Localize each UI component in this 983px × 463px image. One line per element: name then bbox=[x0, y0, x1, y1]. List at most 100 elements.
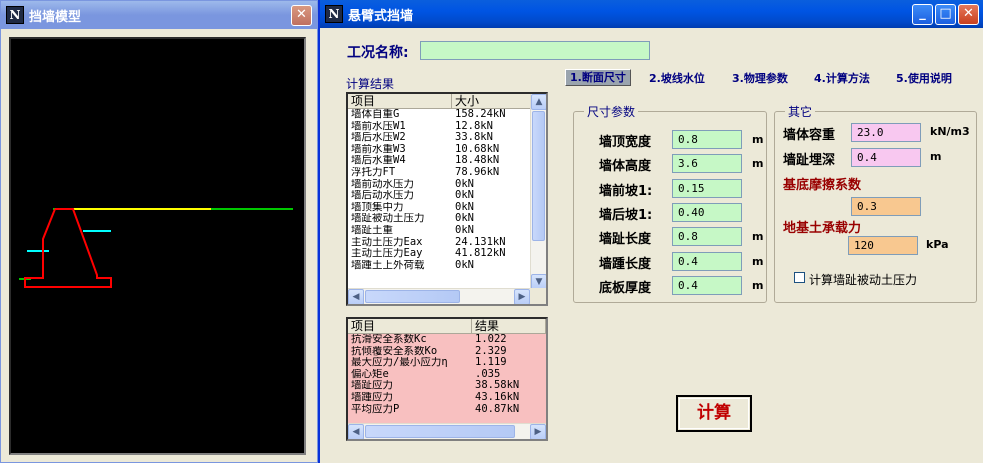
tab-usage-guide[interactable]: 5.使用说明 bbox=[896, 70, 952, 87]
wall-height-input[interactable]: 3.6 bbox=[672, 154, 742, 174]
results-row[interactable]: 墙前动水压力 0kN bbox=[348, 179, 546, 191]
safety-value-cell: 2.329 bbox=[475, 345, 507, 357]
scroll-left-icon[interactable]: ◀ bbox=[348, 289, 364, 304]
app-logo-icon: N bbox=[6, 6, 24, 24]
safety-row[interactable]: 抗滑安全系数Kc 1.022 bbox=[348, 334, 546, 346]
results-item-cell: 墙前动水压力 bbox=[351, 178, 414, 190]
safety-item-cell: 墙趾应力 bbox=[351, 380, 393, 392]
toe-length-label: 墙趾长度 bbox=[599, 232, 652, 248]
results-value-cell: 158.24kN bbox=[455, 109, 506, 120]
results-col-item: 项目 bbox=[348, 94, 452, 108]
safety-item-cell: 平均应力P bbox=[351, 403, 400, 415]
safety-item-cell: 偏心矩e bbox=[351, 368, 389, 380]
safety-row[interactable]: 墙趾应力 38.58kN bbox=[348, 380, 546, 392]
friction-input[interactable]: 0.3 bbox=[851, 197, 921, 216]
safety-table[interactable]: 项目 结果 抗滑安全系数Kc 1.022 抗倾覆安全系数Ko 2.329 最大应力/最小… bbox=[346, 317, 548, 441]
results-row[interactable]: 墙趾被动土压力 0kN bbox=[348, 213, 546, 225]
results-row[interactable]: 墙前水重W3 10.68kN bbox=[348, 144, 546, 156]
results-row[interactable]: 墙顶集中力 0kN bbox=[348, 202, 546, 214]
safety-value-cell: 1.119 bbox=[475, 357, 507, 369]
safety-value-cell: .035 bbox=[475, 368, 501, 380]
bearing-input[interactable]: 120 bbox=[848, 236, 918, 255]
model-window-close-button[interactable]: ✕ bbox=[291, 5, 312, 26]
safety-table-body: 抗滑安全系数Kc 1.022 抗倾覆安全系数Ko 2.329 最大应力/最小应力η 1.1… bbox=[348, 334, 546, 415]
results-row[interactable]: 墙前水压W1 12.8kN bbox=[348, 121, 546, 133]
safety-row[interactable]: 抗倾覆安全系数Ko 2.329 bbox=[348, 346, 546, 358]
results-row[interactable]: 主动土压力Eay 41.812kN bbox=[348, 248, 546, 260]
results-table[interactable]: 项目 大小 墙体自重G 158.24kN 墙前水压W1 12.8kN 墙后水压W2 33.… bbox=[346, 92, 548, 306]
results-item-cell: 墙趾被动土压力 bbox=[351, 213, 425, 225]
scroll-right-icon[interactable]: ▶ bbox=[530, 424, 546, 439]
main-window-title: 悬臂式挡墙 bbox=[348, 8, 414, 24]
tab-slope-water[interactable]: 2.坡线水位 bbox=[649, 70, 705, 87]
passive-pressure-checkbox[interactable] bbox=[794, 272, 805, 283]
results-row[interactable]: 墙后水压W2 33.8kN bbox=[348, 132, 546, 144]
tab-section-size[interactable]: 1.断面尺寸 bbox=[565, 69, 631, 86]
bearing-label: 地基土承载力 bbox=[783, 221, 862, 236]
main-window: N 悬臂式挡墙 _ □ ✕ 工况名称: 计算结果 1.断面尺寸 2.坡线水位 3… bbox=[318, 0, 983, 463]
results-value-cell: 0kN bbox=[455, 178, 474, 190]
toe-depth-input[interactable]: 0.4 bbox=[851, 148, 921, 167]
close-button[interactable]: ✕ bbox=[958, 4, 979, 25]
scroll-up-icon[interactable]: ▲ bbox=[531, 94, 546, 110]
results-caption: 计算结果 bbox=[346, 77, 395, 91]
other-params-legend: 其它 bbox=[788, 105, 813, 119]
safety-row[interactable]: 平均应力P 40.87kN bbox=[348, 404, 546, 416]
results-vscrollbar[interactable]: ▲ ▼ bbox=[530, 94, 546, 290]
results-value-cell: 0kN bbox=[455, 224, 474, 236]
back-slope-input[interactable]: 0.40 bbox=[672, 202, 742, 222]
top-width-unit: m bbox=[752, 133, 764, 146]
wall-model-canvas bbox=[9, 37, 306, 455]
calculate-button[interactable]: 计算 bbox=[676, 395, 752, 432]
model-window-titlebar[interactable]: N 挡墙模型 ✕ bbox=[1, 1, 317, 29]
safety-row[interactable]: 墙踵应力 43.16kN bbox=[348, 392, 546, 404]
minimize-button[interactable]: _ bbox=[912, 4, 933, 25]
safety-value-cell: 1.022 bbox=[475, 334, 507, 345]
results-row[interactable]: 墙趾土重 0kN bbox=[348, 225, 546, 237]
results-vscroll-thumb[interactable] bbox=[532, 111, 545, 241]
case-name-input[interactable] bbox=[420, 41, 650, 60]
toe-depth-label: 墙趾埋深 bbox=[783, 153, 836, 168]
top-width-label: 墙顶宽度 bbox=[599, 135, 652, 150]
base-thickness-unit: m bbox=[752, 278, 764, 292]
wall-height-label: 墙体高度 bbox=[599, 159, 652, 175]
results-row[interactable]: 墙踵土上外荷载 0kN bbox=[348, 260, 546, 272]
wall-model-drawing bbox=[19, 208, 293, 288]
top-width-input[interactable]: 0.8 bbox=[672, 130, 742, 149]
maximize-button[interactable]: □ bbox=[935, 4, 956, 25]
results-item-cell: 墙踵土上外荷载 bbox=[351, 259, 425, 271]
results-item-cell: 墙后水压W2 bbox=[351, 132, 406, 144]
safety-value-cell: 38.58kN bbox=[475, 380, 520, 392]
results-row[interactable]: 墙体自重G 158.24kN bbox=[348, 109, 546, 121]
passive-pressure-label[interactable]: 计算墙趾被动土压力 bbox=[809, 271, 917, 288]
main-window-titlebar[interactable]: N 悬臂式挡墙 _ □ ✕ bbox=[320, 0, 983, 28]
results-item-cell: 墙体自重G bbox=[351, 109, 400, 120]
scroll-right-icon[interactable]: ▶ bbox=[514, 289, 530, 304]
base-thickness-label: 底板厚度 bbox=[599, 280, 652, 296]
toe-length-input[interactable]: 0.8 bbox=[672, 227, 742, 247]
results-hscroll-thumb[interactable] bbox=[365, 290, 460, 303]
results-value-cell: 10.68kN bbox=[455, 143, 500, 155]
unit-weight-label: 墙体容重 bbox=[783, 128, 836, 143]
tab-calc-method[interactable]: 4.计算方法 bbox=[814, 70, 870, 87]
heel-length-input[interactable]: 0.4 bbox=[672, 251, 742, 271]
cantilever-wall-outline bbox=[24, 208, 112, 288]
front-slope-input[interactable]: 0.15 bbox=[672, 178, 742, 198]
safety-value-cell: 43.16kN bbox=[475, 391, 520, 403]
results-hscrollbar[interactable]: ◀ ▶ bbox=[348, 288, 530, 304]
safety-hscrollbar[interactable]: ◀ ▶ bbox=[348, 423, 546, 439]
results-item-cell: 墙后动水压力 bbox=[351, 190, 414, 202]
friction-label: 基底摩擦系数 bbox=[783, 178, 862, 193]
unit-weight-input[interactable]: 23.0 bbox=[851, 123, 921, 142]
scroll-left-icon[interactable]: ◀ bbox=[348, 424, 364, 439]
safety-row[interactable]: 最大应力/最小应力η 1.119 bbox=[348, 357, 546, 369]
results-row[interactable]: 墙后水重W4 18.48kN bbox=[348, 155, 546, 167]
back-slope-label: 墙后坡1: bbox=[599, 207, 653, 223]
safety-row[interactable]: 偏心矩e .035 bbox=[348, 369, 546, 381]
safety-hscroll-thumb[interactable] bbox=[365, 425, 515, 438]
results-row[interactable]: 墙后动水压力 0kN bbox=[348, 190, 546, 202]
base-thickness-input[interactable]: 0.4 bbox=[672, 275, 742, 295]
results-row[interactable]: 浮托力FT 78.96kN bbox=[348, 167, 546, 179]
results-row[interactable]: 主动土压力Eax 24.131kN bbox=[348, 237, 546, 249]
tab-physical-params[interactable]: 3.物理参数 bbox=[732, 70, 788, 87]
